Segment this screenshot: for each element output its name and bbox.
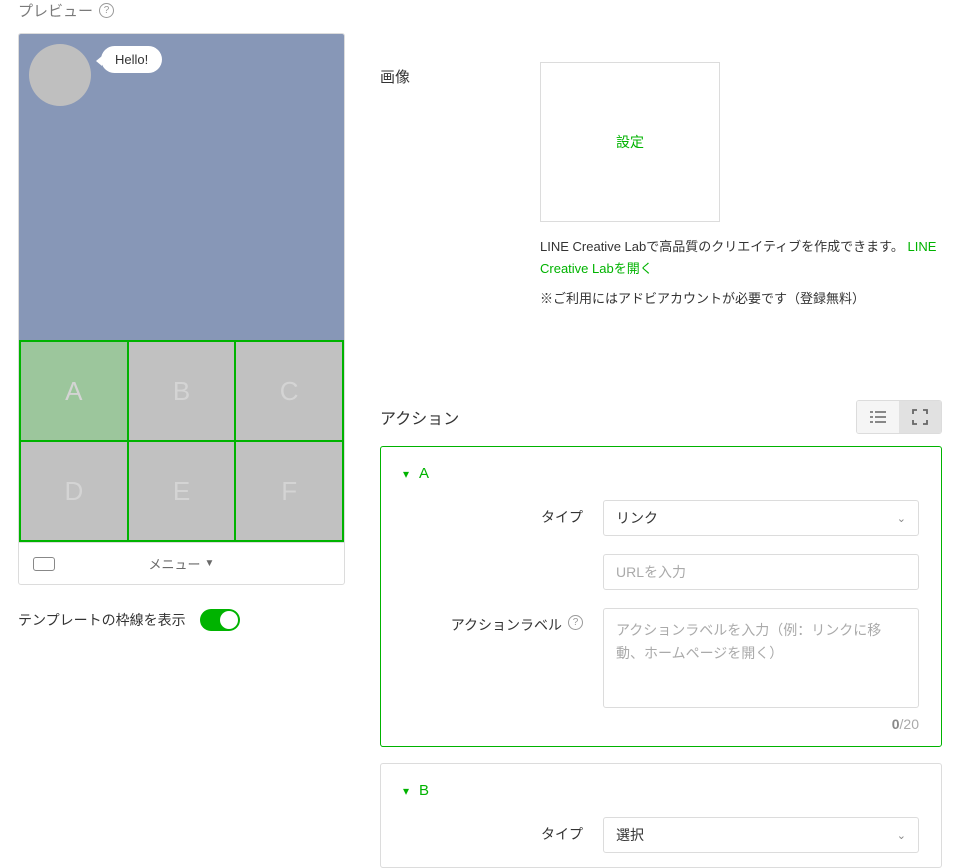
toggle-label: テンプレートの枠線を表示 xyxy=(18,610,186,630)
action-label-label-a: アクションラベル ? xyxy=(403,608,603,708)
image-set-button[interactable]: 設定 xyxy=(616,132,644,152)
show-border-toggle[interactable] xyxy=(200,609,240,631)
image-note: ※ご利用にはアドビアカウントが必要です（登録無料） xyxy=(540,288,942,310)
chevron-down-icon: ⌄ xyxy=(897,829,906,842)
preview-title: プレビュー ? xyxy=(18,0,345,21)
chevron-down-icon: ▾ xyxy=(403,467,409,481)
chevron-down-icon: ⌄ xyxy=(897,512,906,525)
image-upload-box[interactable]: 設定 xyxy=(540,62,720,222)
preview-card: Hello! テンプレートを選択して、背景画像をアップロードしてください。 A … xyxy=(18,33,345,585)
view-toggle xyxy=(856,400,942,434)
image-desc-text: LINE Creative Labで高品質のクリエイティブを作成できます。 xyxy=(540,239,908,254)
template-cell-a[interactable]: A xyxy=(20,341,128,441)
speech-bubble: Hello! xyxy=(101,46,162,73)
type-select-b[interactable]: 選択 ⌄ xyxy=(603,817,919,853)
template-grid: A B C D E F xyxy=(19,340,344,542)
action-a-label: A xyxy=(419,465,429,482)
template-cell-b[interactable]: B xyxy=(128,341,236,441)
type-label-a: タイプ xyxy=(403,500,603,536)
expand-icon xyxy=(912,409,928,425)
avatar xyxy=(29,44,91,106)
list-view-button[interactable] xyxy=(857,401,899,433)
url-input-a[interactable] xyxy=(603,554,919,590)
menu-label: メニュー xyxy=(149,554,201,573)
action-section-title: アクション xyxy=(380,405,459,429)
collapse-header-b[interactable]: ▾ B xyxy=(403,782,919,799)
preview-background: Hello! xyxy=(19,34,344,340)
collapse-header-a[interactable]: ▾ A xyxy=(403,465,919,482)
preview-menu-bar[interactable]: メニュー ▼ xyxy=(19,542,344,584)
image-field-label: 画像 xyxy=(380,62,540,87)
image-description: LINE Creative Labで高品質のクリエイティブを作成できます。 LI… xyxy=(540,236,942,310)
help-icon[interactable]: ? xyxy=(99,3,114,18)
preview-title-text: プレビュー xyxy=(18,0,93,21)
expand-view-button[interactable] xyxy=(899,401,941,433)
template-cell-e[interactable]: E xyxy=(128,441,236,541)
list-icon xyxy=(870,410,886,424)
template-cell-d[interactable]: D xyxy=(20,441,128,541)
type-select-a[interactable]: リンク ⌄ xyxy=(603,500,919,536)
keyboard-icon xyxy=(33,557,55,571)
chevron-down-icon: ▾ xyxy=(403,784,409,798)
chevron-down-icon: ▼ xyxy=(205,558,215,569)
template-cell-c[interactable]: C xyxy=(235,341,343,441)
type-label-b: タイプ xyxy=(403,817,603,853)
action-box-b: ▾ B タイプ 選択 ⌄ xyxy=(380,763,942,868)
type-select-value-b: 選択 xyxy=(616,825,644,845)
action-b-label: B xyxy=(419,782,429,799)
type-select-value-a: リンク xyxy=(616,508,658,528)
action-box-a: ▾ A タイプ リンク ⌄ アクションラベル ? 0/20 xyxy=(380,446,942,747)
action-label-input-a[interactable] xyxy=(603,608,919,708)
template-cell-f[interactable]: F xyxy=(235,441,343,541)
help-icon[interactable]: ? xyxy=(568,615,583,630)
char-count-a: 0/20 xyxy=(403,716,919,732)
